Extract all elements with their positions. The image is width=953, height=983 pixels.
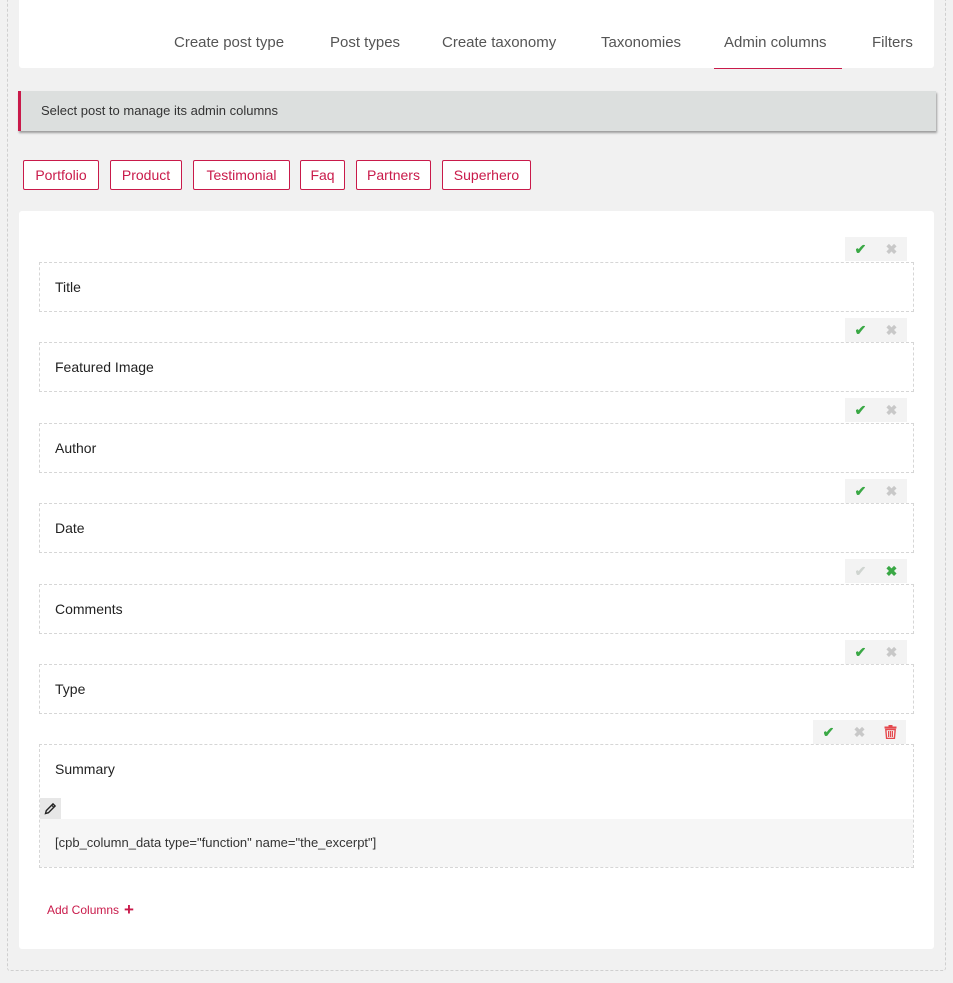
- column-label: Summary: [55, 761, 115, 777]
- check-icon[interactable]: ✔: [845, 479, 876, 503]
- check-icon[interactable]: ✔: [845, 398, 876, 422]
- close-icon[interactable]: ✖: [876, 479, 907, 503]
- post-type-button-partners[interactable]: Partners: [356, 160, 431, 190]
- column-item-summary[interactable]: Summary [cpb_column_data type="function"…: [39, 744, 914, 868]
- post-type-button-testimonial[interactable]: Testimonial: [193, 160, 290, 190]
- close-icon[interactable]: ✖: [844, 720, 875, 744]
- columns-panel: ✔ ✖ Title ✔ ✖ Featured Image ✔ ✖ Author …: [19, 211, 934, 949]
- tab-create-taxonomy[interactable]: Create taxonomy: [432, 0, 566, 69]
- add-columns-button[interactable]: Add Columns +: [47, 900, 134, 919]
- column-actions: ✔ ✖: [845, 640, 907, 664]
- post-type-button-product[interactable]: Product: [110, 160, 182, 190]
- notice-banner: Select post to manage its admin columns: [18, 91, 936, 131]
- close-icon[interactable]: ✖: [876, 237, 907, 261]
- column-actions: ✔ ✖: [813, 720, 906, 744]
- post-type-button-portfolio[interactable]: Portfolio: [23, 160, 99, 190]
- column-shortcode[interactable]: [cpb_column_data type="function" name="t…: [40, 819, 913, 867]
- close-icon[interactable]: ✖: [876, 318, 907, 342]
- column-item-author[interactable]: Author: [39, 423, 914, 473]
- pencil-icon[interactable]: [40, 798, 61, 819]
- close-icon[interactable]: ✖: [876, 640, 907, 664]
- column-actions: ✔ ✖: [845, 318, 907, 342]
- column-actions: ✔ ✖: [845, 237, 907, 261]
- column-actions: ✔ ✖: [845, 559, 907, 583]
- tab-filters[interactable]: Filters: [862, 0, 923, 69]
- column-item-title[interactable]: Title: [39, 262, 914, 312]
- column-item-type[interactable]: Type: [39, 664, 914, 714]
- column-item-date[interactable]: Date: [39, 503, 914, 553]
- check-icon[interactable]: ✔: [845, 559, 876, 583]
- tab-admin-columns[interactable]: Admin columns: [714, 0, 842, 69]
- check-icon[interactable]: ✔: [845, 237, 876, 261]
- post-type-button-superhero[interactable]: Superhero: [442, 160, 531, 190]
- add-columns-label: Add Columns: [47, 903, 120, 917]
- check-icon[interactable]: ✔: [813, 720, 844, 744]
- plus-icon: +: [124, 900, 134, 919]
- close-icon[interactable]: ✖: [876, 398, 907, 422]
- trash-icon[interactable]: [875, 720, 906, 744]
- column-item-comments[interactable]: Comments: [39, 584, 914, 634]
- column-item-featured-image[interactable]: Featured Image: [39, 342, 914, 392]
- column-actions: ✔ ✖: [845, 398, 907, 422]
- tab-bar: Create post type Post types Create taxon…: [19, 0, 934, 69]
- check-icon[interactable]: ✔: [845, 318, 876, 342]
- post-type-button-faq[interactable]: Faq: [300, 160, 345, 190]
- close-icon[interactable]: ✖: [876, 559, 907, 583]
- check-icon[interactable]: ✔: [845, 640, 876, 664]
- column-actions: ✔ ✖: [845, 479, 907, 503]
- tab-create-post-type[interactable]: Create post type: [164, 0, 294, 69]
- tab-taxonomies[interactable]: Taxonomies: [591, 0, 691, 69]
- tab-post-types[interactable]: Post types: [320, 0, 410, 69]
